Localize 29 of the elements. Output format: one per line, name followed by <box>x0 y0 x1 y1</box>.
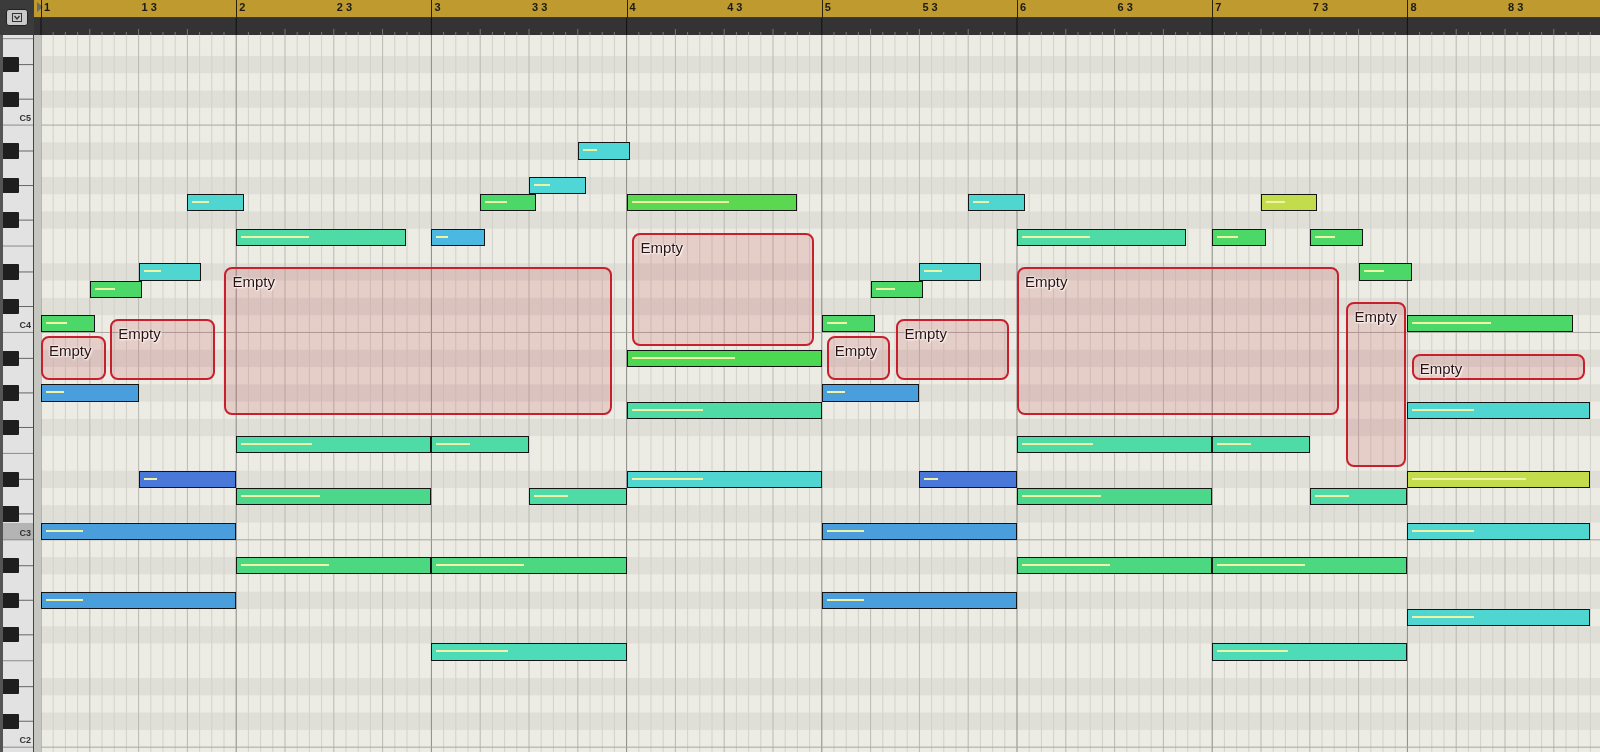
bar-number: 7 3 <box>1312 2 1329 13</box>
bar-number: 7 <box>1215 2 1222 13</box>
bar-number: 6 3 <box>1117 2 1133 13</box>
bar-number: 4 <box>629 2 636 13</box>
bar-number: 3 <box>434 2 441 13</box>
region-label: Empty <box>1419 359 1464 378</box>
region-label: Empty <box>640 238 684 257</box>
bar-number: 6 <box>1020 2 1027 13</box>
bar-number: 5 <box>824 2 831 13</box>
key-label: C4 <box>19 321 31 331</box>
region-label: Empty <box>49 342 93 361</box>
region-label: Empty <box>232 273 276 292</box>
bar-number: 2 3 <box>336 2 353 13</box>
bar-number: 1 <box>44 2 51 13</box>
bar-number: 8 3 <box>1508 2 1524 13</box>
region-label: Empty <box>118 325 162 344</box>
region-label: Empty <box>1025 273 1069 292</box>
region-label: Empty <box>1354 307 1398 326</box>
bar-number: 1 3 <box>141 2 157 13</box>
bar-number: 2 <box>239 2 246 13</box>
bar-number: 8 <box>1410 2 1417 13</box>
bar-number: 3 3 <box>532 2 548 13</box>
bar-number: 4 3 <box>727 2 743 13</box>
bar-number: 5 3 <box>922 2 938 13</box>
key-label: C3 <box>19 528 31 538</box>
region-label: Empty <box>834 342 879 361</box>
region-label: Empty <box>904 325 948 344</box>
key-label: C2 <box>19 736 31 746</box>
key-label: C5 <box>19 114 31 124</box>
